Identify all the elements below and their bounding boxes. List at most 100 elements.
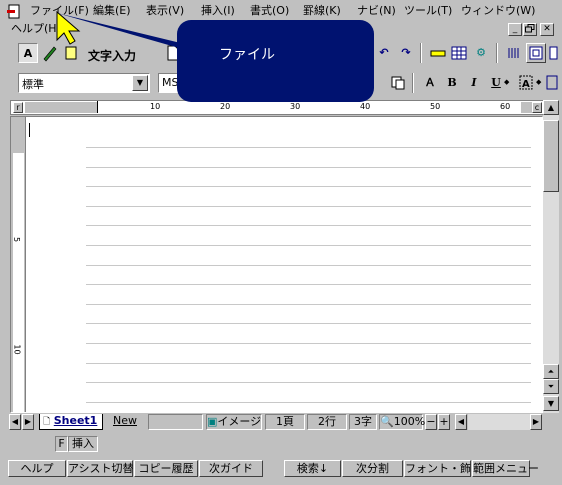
link-icon[interactable]: ⚙ bbox=[471, 43, 491, 63]
tab-scroll-right[interactable]: ▶ bbox=[22, 414, 34, 430]
scroll-up-button[interactable]: ▲ bbox=[543, 100, 559, 115]
copy-format-icon[interactable] bbox=[388, 73, 408, 93]
h-scroll-left[interactable]: ◀ bbox=[455, 414, 467, 430]
style-value: 標準 bbox=[22, 78, 44, 91]
menu-item-4[interactable]: 書式(O) bbox=[250, 3, 289, 18]
vertical-ruler-top bbox=[13, 117, 24, 153]
ruled-line bbox=[86, 303, 531, 305]
image-mode-icon: ▣ bbox=[207, 415, 218, 428]
close-button[interactable]: ✕ bbox=[540, 23, 554, 36]
svg-text:A: A bbox=[522, 79, 530, 90]
ruled-line bbox=[86, 284, 531, 286]
char-color-icon[interactable] bbox=[546, 73, 558, 93]
h-scroll-right[interactable]: ▶ bbox=[530, 414, 542, 430]
zoom-in-button[interactable]: + bbox=[438, 414, 450, 430]
view-mode[interactable]: ▣イメージ bbox=[206, 414, 262, 430]
toolbar-separator bbox=[412, 73, 414, 93]
ruled-line bbox=[86, 225, 531, 227]
mode-insert[interactable]: 挿入 bbox=[68, 436, 98, 452]
vertical-scrollbar[interactable]: ▲ ⏶ ⏷ ▼ bbox=[543, 100, 559, 413]
redo-icon[interactable]: ↷ bbox=[396, 43, 416, 63]
mouse-cursor-icon bbox=[56, 10, 81, 45]
more-icon[interactable] bbox=[548, 43, 558, 63]
menu-item-8[interactable]: ウィンドウ(W) bbox=[461, 3, 535, 18]
ruled-line bbox=[86, 382, 531, 384]
document-icon bbox=[7, 4, 20, 19]
ruled-line bbox=[86, 205, 531, 207]
tooltip-text: ファイル bbox=[219, 47, 275, 63]
vertical-ruler-mark-10: 10 bbox=[12, 344, 22, 355]
italic-icon[interactable]: I bbox=[464, 73, 484, 93]
zoom-value: 100% bbox=[393, 415, 426, 428]
document-area[interactable]: 5 10 bbox=[10, 116, 543, 413]
page-up-button[interactable]: ⏶ bbox=[543, 364, 559, 379]
toolbar-separator bbox=[496, 43, 498, 63]
ruled-line bbox=[86, 147, 531, 148]
tab-scroll-left[interactable]: ◀ bbox=[9, 414, 21, 430]
menu-item-7[interactable]: ツール(T) bbox=[404, 3, 452, 18]
undo-icon[interactable]: ↶ bbox=[374, 43, 394, 63]
underline-dropdown-icon[interactable]: ◆ bbox=[504, 78, 509, 86]
ruled-line bbox=[86, 362, 531, 364]
char-border-icon[interactable]: A bbox=[516, 73, 536, 93]
fkey-button-4[interactable]: 次ガイド bbox=[199, 460, 263, 477]
border-dropdown-icon[interactable]: ◆ bbox=[536, 78, 541, 86]
ruler-right-marker: c bbox=[532, 102, 542, 113]
marker-icon[interactable] bbox=[428, 43, 448, 63]
fkey-button-1[interactable]: ヘルプ bbox=[8, 460, 66, 477]
ruler-left-marker: r bbox=[13, 102, 23, 113]
zoom-out-button[interactable]: − bbox=[425, 414, 437, 430]
zoom-indicator[interactable]: 🔍100% bbox=[379, 414, 426, 430]
scroll-track[interactable] bbox=[148, 414, 203, 430]
ruler-indent-marker[interactable] bbox=[97, 101, 98, 113]
ruler-mark: 60 bbox=[500, 102, 511, 111]
ruler-mark: 10 bbox=[150, 102, 161, 111]
tab-new[interactable]: New bbox=[106, 414, 144, 430]
fkey-button-3[interactable]: コピー履歴 bbox=[134, 460, 198, 477]
app-icon[interactable] bbox=[7, 4, 21, 19]
vertical-ruler: 5 10 bbox=[11, 117, 26, 412]
scroll-down-button[interactable]: ▼ bbox=[543, 396, 559, 411]
tab-sheet1[interactable]: 🗋 Sheet1 bbox=[39, 414, 103, 430]
ruled-line bbox=[86, 166, 531, 168]
magnifier-icon: 🔍 bbox=[380, 415, 394, 428]
page-down-button[interactable]: ⏷ bbox=[543, 379, 559, 394]
minimize-button[interactable]: _ bbox=[508, 23, 522, 36]
vertical-ruler-mark-5: 5 bbox=[12, 236, 22, 243]
ruled-line bbox=[86, 323, 531, 325]
scroll-thumb[interactable] bbox=[543, 120, 559, 192]
view-mode-label: イメージ bbox=[217, 415, 262, 428]
menu-item-3[interactable]: 挿入(I) bbox=[201, 3, 235, 18]
sheet-status-bar: ◀ ▶ 🗋 Sheet1 New ▣イメージ 1頁 2行 3字 🔍100% − … bbox=[8, 413, 559, 431]
chevron-down-icon[interactable]: ▼ bbox=[132, 75, 148, 91]
fkey-button-2[interactable]: アシスト切替 bbox=[67, 460, 134, 477]
menu-item-5[interactable]: 罫線(K) bbox=[303, 3, 341, 18]
restore-button[interactable] bbox=[523, 23, 537, 36]
column-indicator: 3字 bbox=[349, 414, 377, 430]
tab-sheet1-label: Sheet1 bbox=[53, 414, 98, 427]
text-cursor bbox=[29, 123, 30, 137]
fkey-button-6[interactable]: 次分割 bbox=[342, 460, 403, 477]
ruled-line bbox=[86, 401, 531, 403]
horizontal-ruler[interactable]: r 10 20 30 40 50 60 c bbox=[10, 100, 545, 115]
menu-help[interactable]: ヘルプ(H) bbox=[11, 21, 61, 36]
bold-icon[interactable]: B bbox=[442, 73, 462, 93]
menu-item-6[interactable]: ナビ(N) bbox=[357, 3, 396, 18]
text-mode-button[interactable]: A bbox=[18, 43, 38, 63]
frame-icon[interactable] bbox=[526, 43, 546, 63]
table-icon[interactable] bbox=[449, 43, 469, 63]
ruler-mark: 30 bbox=[290, 102, 301, 111]
fkey-button-5[interactable]: 検索↓ bbox=[284, 460, 341, 477]
fkey-button-8[interactable]: 範囲メニュー bbox=[472, 460, 539, 477]
underline-icon[interactable]: U bbox=[486, 73, 506, 93]
ruler-grey-left bbox=[25, 102, 97, 113]
style-select[interactable]: 標準 ▼ bbox=[18, 73, 150, 93]
column-icon[interactable] bbox=[504, 43, 524, 63]
char-size-icon[interactable]: Ａ bbox=[420, 73, 440, 93]
ruler-mark: 50 bbox=[430, 102, 441, 111]
ruled-line bbox=[86, 245, 531, 246]
ruled-line bbox=[86, 264, 531, 266]
h-scroll-track[interactable] bbox=[468, 414, 530, 430]
ruler-mark: 20 bbox=[220, 102, 231, 111]
fkey-button-7[interactable]: フォント・飾り bbox=[404, 460, 482, 477]
